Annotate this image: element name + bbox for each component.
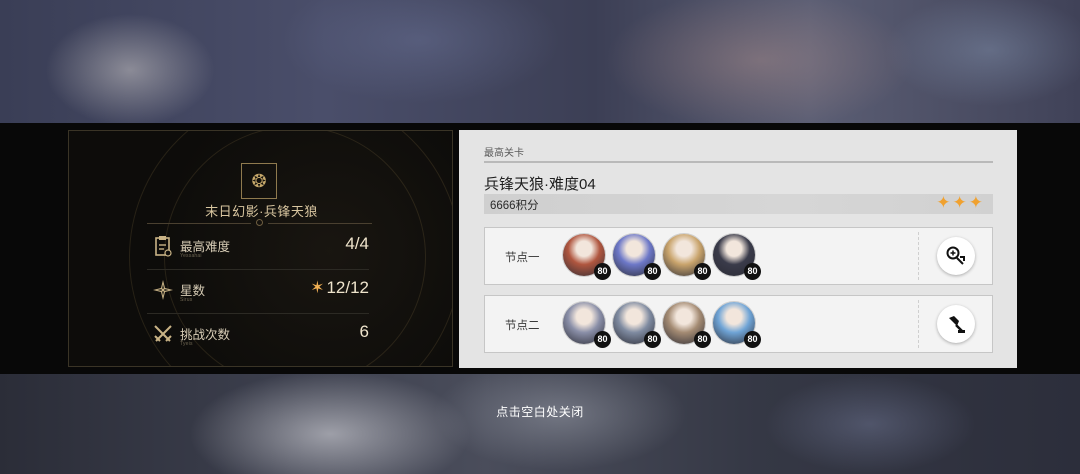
score-text: 6666积分 xyxy=(490,200,539,212)
stage-name: 兵锋天狼·难度04 xyxy=(484,176,596,193)
character-avatar[interactable]: 80 xyxy=(663,234,711,280)
stage-emblem-icon: ❂ xyxy=(241,163,277,199)
stat-value: ✶ 12/12 xyxy=(310,278,369,298)
stat-sublabel: Tyeis xyxy=(180,341,193,347)
character-avatar[interactable]: 80 xyxy=(613,302,661,348)
build-icon xyxy=(949,316,965,333)
node-one: 节点一 80 80 80 80 xyxy=(484,227,993,285)
character-avatar[interactable]: 80 xyxy=(563,302,611,348)
level-badge: 80 xyxy=(694,263,711,280)
level-badge: 80 xyxy=(694,331,711,348)
character-avatar[interactable]: 80 xyxy=(663,302,711,348)
character-avatar[interactable]: 80 xyxy=(563,234,611,280)
separator xyxy=(918,232,919,280)
divider xyxy=(268,223,372,224)
stat-value: 6 xyxy=(359,322,369,341)
search-swap-button[interactable] xyxy=(937,237,975,275)
crossed-swords-icon xyxy=(152,323,174,345)
stat-sublabel: Yessahai xyxy=(180,253,202,259)
section-header: 最高关卡 xyxy=(484,148,524,159)
spark-icon: ✶ xyxy=(310,278,325,297)
level-badge: 80 xyxy=(644,263,661,280)
stat-value: 4/4 xyxy=(345,234,369,253)
stage-summary-panel: ❂ 末日幻影·兵锋天狼 最高难度 Yessahai 4/4 星数 Sirus ✶… xyxy=(68,130,453,367)
stage-title: 末日幻影·兵锋天狼 xyxy=(205,204,318,219)
close-hint[interactable]: 点击空白处关闭 xyxy=(0,403,1080,420)
level-badge: 80 xyxy=(744,331,761,348)
stat-sublabel: Sirus xyxy=(180,297,193,303)
search-swap-icon xyxy=(946,246,965,265)
stat-row-stars: 星数 Sirus ✶ 12/12 xyxy=(147,269,369,314)
separator xyxy=(918,300,919,348)
character-avatar[interactable]: 80 xyxy=(713,302,761,348)
level-badge: 80 xyxy=(594,263,611,280)
star-rating: ✦✦✦ xyxy=(936,193,985,212)
background-bottom[interactable] xyxy=(0,374,1080,474)
build-button[interactable] xyxy=(937,305,975,343)
divider xyxy=(147,223,251,224)
clipboard-icon xyxy=(152,235,174,257)
level-badge: 80 xyxy=(644,331,661,348)
stat-row-attempts: 挑战次数 Tyeis 6 xyxy=(147,313,369,357)
best-stage-panel: 最高关卡 兵锋天狼·难度04 6666积分 ✦✦✦ 节点一 80 80 80 8… xyxy=(459,130,1017,368)
level-badge: 80 xyxy=(744,263,761,280)
character-avatar[interactable]: 80 xyxy=(613,234,661,280)
score-bar: 6666积分 ✦✦✦ xyxy=(484,193,993,214)
node-two: 节点二 80 80 80 80 xyxy=(484,295,993,353)
compass-star-icon xyxy=(152,279,174,301)
node-label: 节点二 xyxy=(505,320,540,332)
level-badge: 80 xyxy=(594,331,611,348)
stat-row-difficulty: 最高难度 Yessahai 4/4 xyxy=(147,225,369,270)
background-top[interactable] xyxy=(0,0,1080,123)
divider xyxy=(484,161,993,163)
stars-value: 12/12 xyxy=(326,278,369,297)
character-avatar[interactable]: 80 xyxy=(713,234,761,280)
node-label: 节点一 xyxy=(505,252,540,264)
